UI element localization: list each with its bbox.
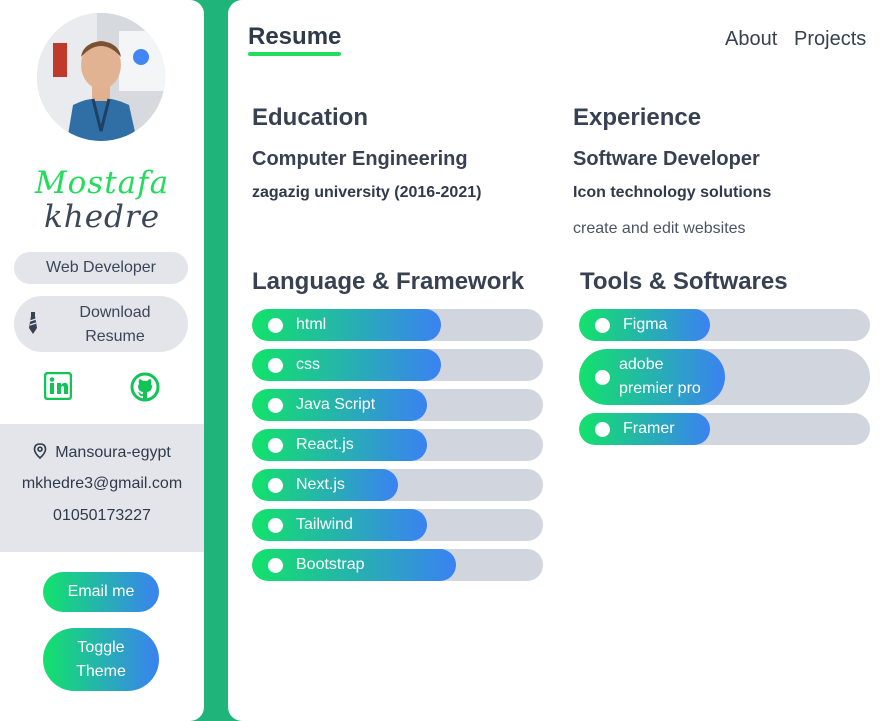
skill-label: React.js [296, 436, 354, 453]
skill-bar-track: adobe premier pro [579, 349, 870, 405]
skill-bar-fill: Figma [579, 309, 710, 341]
skill-dot-icon [595, 421, 610, 437]
contact-panel: Mansoura-egypt mkhedre3@gmail.com 010501… [0, 424, 204, 552]
download-resume-label: Download Resume [79, 304, 151, 345]
skill-bar-track: html [252, 309, 543, 341]
skill-dot-icon [268, 357, 283, 373]
toggle-theme-button[interactable]: Toggle Theme [43, 628, 159, 691]
nav-link-projects[interactable]: Projects [794, 28, 866, 51]
nav-link-about[interactable]: About [725, 28, 777, 51]
languages-title: Language & Framework [252, 268, 525, 295]
experience-company: Icon technology solutions [573, 184, 772, 201]
avatar [37, 13, 165, 141]
skill-bar-fill: adobe premier pro [579, 349, 725, 405]
email-text: mkhedre3@gmail.com [21, 475, 183, 492]
main-panel: Resume About Projects Education Computer… [228, 0, 889, 721]
sidebar: Mostafa khedre Web Developer Download Re… [0, 0, 204, 721]
education-school: zagazig university (2016-2021) [252, 184, 482, 201]
skill-label: Bootstrap [296, 556, 365, 573]
location-row: Mansoura-egypt [0, 443, 204, 464]
education-title: Education [252, 104, 369, 131]
skill-label: css [296, 356, 320, 373]
skill-bar-fill: Tailwind [252, 509, 427, 541]
skill-bar-track: css [252, 349, 543, 381]
email-me-button[interactable]: Email me [43, 572, 159, 612]
skill-dot-icon [268, 317, 283, 333]
skill-bar-fill: Bootstrap [252, 549, 456, 581]
skill-dot-icon [595, 317, 610, 333]
skill-dot-icon [595, 369, 610, 385]
skill-bar-track: Bootstrap [252, 549, 543, 581]
profile-last-name: khedre [43, 199, 161, 235]
tab-resume[interactable]: Resume [248, 23, 341, 51]
skill-label: Next.js [296, 476, 345, 493]
skill-label: html [296, 316, 327, 333]
experience-position: Software Developer [573, 148, 760, 170]
skill-bar-track: Java Script [252, 389, 543, 421]
phone-text: 01050173227 [53, 507, 151, 524]
skill-bar-fill: css [252, 349, 442, 381]
download-resume-button[interactable]: Download Resume [14, 296, 188, 352]
active-tab-indicator [248, 52, 341, 56]
role-badge: Web Developer [14, 252, 188, 284]
skill-dot-icon [268, 557, 283, 573]
skill-label: adobe premier pro [619, 356, 701, 397]
skill-bar-fill: React.js [252, 429, 427, 461]
github-icon[interactable] [130, 372, 160, 402]
skill-bar-track: Framer [579, 413, 870, 445]
toggle-theme-label: Toggle Theme [76, 639, 126, 680]
experience-description: create and edit websites [573, 220, 746, 237]
location-text: Mansoura-egypt [55, 444, 171, 461]
skill-bar-fill: Next.js [252, 469, 398, 501]
skill-bar-track: React.js [252, 429, 543, 461]
skill-bar-fill: Java Script [252, 389, 427, 421]
profile-first-name: Mostafa [34, 165, 170, 201]
skill-bar-track: Tailwind [252, 509, 543, 541]
skill-dot-icon [268, 477, 283, 493]
skill-dot-icon [268, 397, 283, 413]
experience-title: Experience [573, 104, 702, 131]
skill-label: Figma [623, 316, 668, 333]
skill-label: Java Script [296, 396, 376, 413]
necktie-icon [28, 312, 38, 339]
education-degree: Computer Engineering [252, 148, 468, 170]
skill-bar-fill: Framer [579, 413, 710, 445]
map-pin-icon [33, 443, 47, 464]
skill-bar-track: Next.js [252, 469, 543, 501]
linkedin-icon[interactable] [43, 371, 74, 402]
skill-dot-icon [268, 517, 283, 533]
skill-label: Framer [623, 420, 675, 437]
skill-bar-fill: html [252, 309, 442, 341]
skill-bar-track: Figma [579, 309, 870, 341]
skill-dot-icon [268, 437, 283, 453]
skill-label: Tailwind [296, 516, 353, 533]
tools-title: Tools & Softwares [580, 268, 788, 295]
